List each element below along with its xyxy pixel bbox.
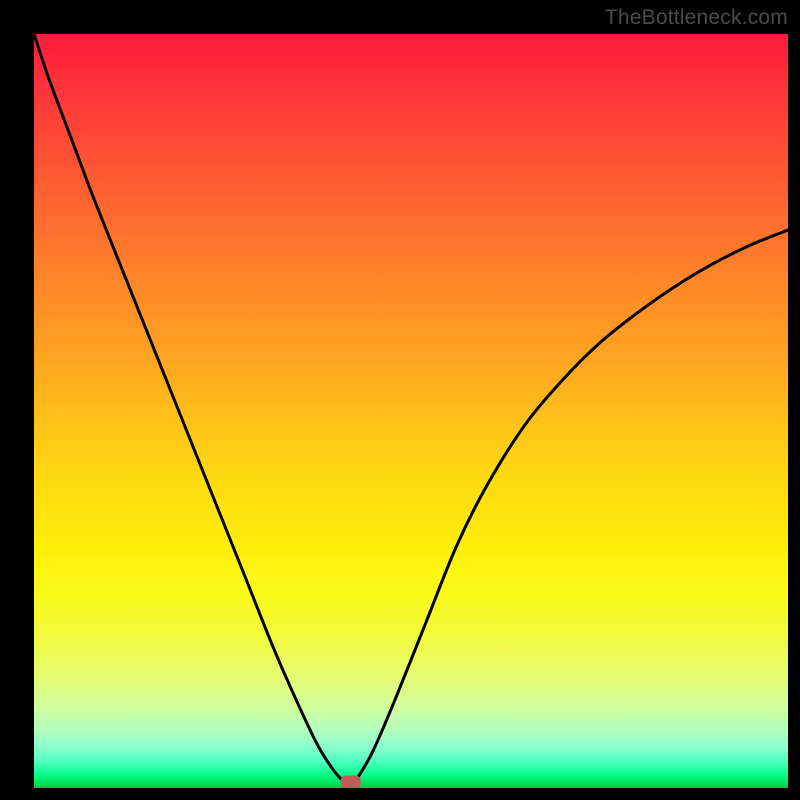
chart-container: TheBottleneck.com (0, 0, 800, 800)
curve-path (34, 34, 788, 784)
minimum-marker (341, 775, 361, 788)
watermark-text: TheBottleneck.com (605, 6, 788, 30)
plot-area (34, 34, 788, 788)
curve-layer (34, 34, 788, 788)
bottleneck-curve (34, 34, 788, 784)
